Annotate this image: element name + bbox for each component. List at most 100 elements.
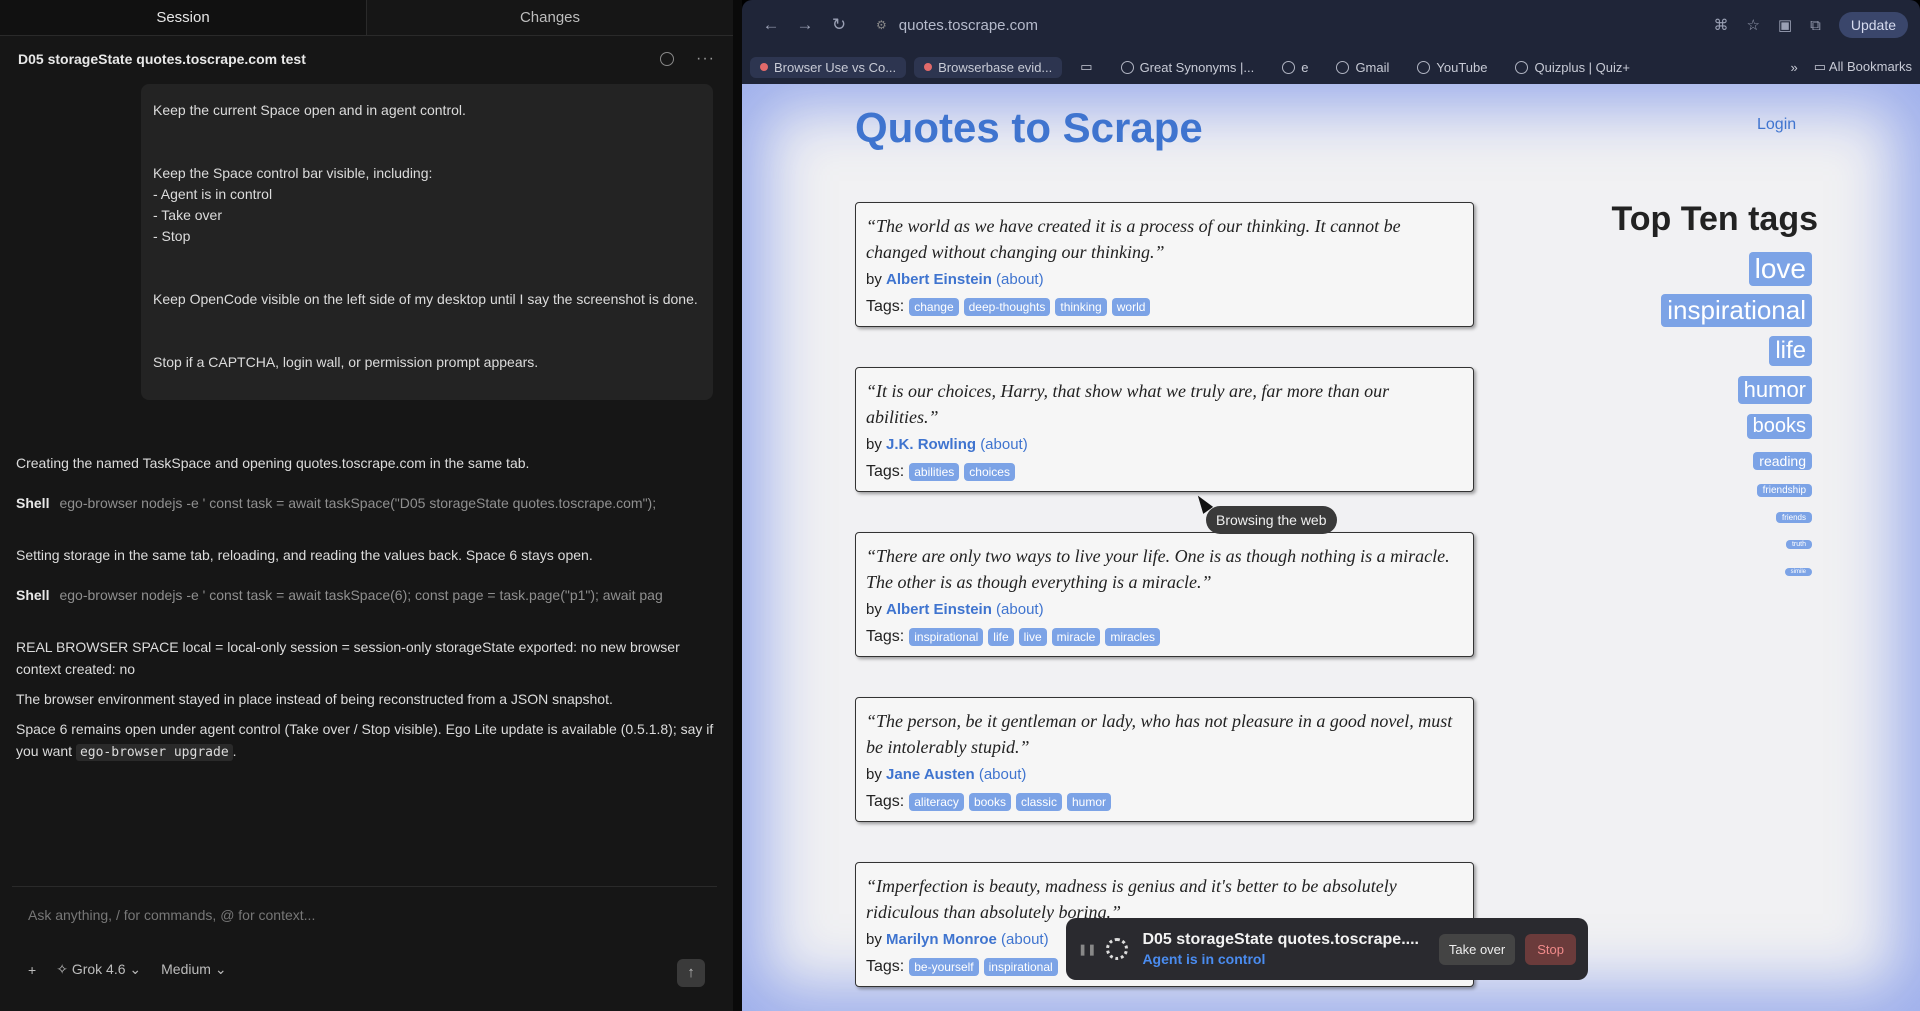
top-tags-title: Top Ten tags <box>1611 200 1818 238</box>
author-name: J.K. Rowling <box>886 436 977 453</box>
about-link[interactable]: (about) <box>980 436 1028 453</box>
all-bookmarks[interactable]: ▭ All Bookmarks <box>1814 59 1912 75</box>
composer[interactable]: Ask anything, / for commands, @ for cont… <box>12 886 717 998</box>
bookmark[interactable]: YouTube <box>1407 57 1497 78</box>
top-tag[interactable]: life <box>1769 336 1812 366</box>
bookmark[interactable]: e <box>1272 57 1318 78</box>
dot-icon <box>760 63 768 71</box>
tag[interactable]: change <box>909 298 959 316</box>
session-tabs: Session Changes <box>0 0 733 36</box>
tags-label: Tags: <box>866 793 905 810</box>
forward-icon[interactable]: → <box>788 15 822 35</box>
bookmark-tab[interactable]: Browserbase evid... <box>914 56 1063 78</box>
status-circle-icon[interactable] <box>660 52 675 66</box>
bookmark[interactable]: Quizplus | Quiz+ <box>1505 57 1640 78</box>
tag[interactable]: be-yourself <box>909 958 979 976</box>
add-icon[interactable]: + <box>28 962 36 978</box>
translate-icon[interactable]: ⌘ <box>1713 16 1728 34</box>
bookmark-label: Browserbase evid... <box>938 59 1053 75</box>
assistant-text: . <box>232 743 237 759</box>
toolbar-actions: ⌘ ☆ ▣ ⧉ Update <box>1713 12 1908 38</box>
browser-toolbar: ← → ↻ ⚙ quotes.toscrape.com ⌘ ☆ ▣ ⧉ Upda… <box>742 0 1920 50</box>
site-info-icon[interactable]: ⚙ <box>876 18 887 32</box>
tags-label: Tags: <box>866 298 905 315</box>
quote-text: “It is our choices, Harry, that show wha… <box>866 381 1390 427</box>
send-button[interactable]: ↑ <box>677 959 705 987</box>
back-icon[interactable]: ← <box>754 15 788 35</box>
top-tag[interactable]: inspirational <box>1661 294 1812 327</box>
tag[interactable]: inspirational <box>983 958 1058 976</box>
top-tag[interactable]: friendship <box>1756 484 1812 497</box>
tag[interactable]: live <box>1018 628 1047 646</box>
address-bar[interactable]: ⚙ quotes.toscrape.com <box>876 17 1038 34</box>
tag[interactable]: aliteracy <box>909 793 964 811</box>
pause-icon[interactable]: ❚❚ <box>1078 943 1096 956</box>
prompt-input[interactable]: Ask anything, / for commands, @ for cont… <box>28 907 315 923</box>
update-button[interactable]: Update <box>1838 12 1908 38</box>
quote-tags: Tags: abilities choices <box>866 463 1463 481</box>
message-line: Stop if a CAPTCHA, login wall, or permis… <box>153 354 539 370</box>
globe-icon <box>1417 60 1431 74</box>
tag[interactable]: miracles <box>1105 628 1160 646</box>
session-title: D05 storageState quotes.toscrape.com tes… <box>18 51 306 67</box>
tag[interactable]: humor <box>1066 793 1111 811</box>
quote-text: “The person, be it gentleman or lady, wh… <box>866 711 1453 757</box>
quote-tags: Tags: aliteracy books classic humor <box>866 793 1463 811</box>
shell-call[interactable]: Shell ego-browser nodejs -e ' const task… <box>16 492 716 514</box>
about-link[interactable]: (about) <box>996 601 1044 618</box>
top-tag[interactable]: friends <box>1775 512 1812 523</box>
dot-icon <box>924 63 933 71</box>
login-link[interactable]: Login <box>1757 116 1796 134</box>
overflow-chevron-icon[interactable]: » <box>1791 60 1798 75</box>
extension-icon[interactable]: ▣ <box>1778 16 1792 34</box>
bookmark-label: YouTube <box>1436 59 1488 75</box>
model-selector[interactable]: ✧ Grok 4.6 ⌄ <box>56 961 141 978</box>
quote-byline: by J.K. Rowling (about) <box>866 436 1463 453</box>
about-link[interactable]: (about) <box>1001 931 1049 948</box>
site-title[interactable]: Quotes to Scrape <box>855 104 1203 152</box>
tag[interactable]: thinking <box>1055 298 1107 316</box>
stop-button[interactable]: Stop <box>1525 933 1576 965</box>
assistant-line: Setting storage in the same tab, reloadi… <box>16 547 593 563</box>
tag[interactable]: miracle <box>1051 628 1101 646</box>
top-tag[interactable]: books <box>1746 414 1812 439</box>
about-link[interactable]: (about) <box>979 766 1027 783</box>
puzzle-icon[interactable]: ⧉ <box>1810 17 1821 34</box>
bookmark-tab[interactable]: Browser Use vs Co... <box>750 56 907 78</box>
tag[interactable]: books <box>968 793 1011 811</box>
more-options-icon[interactable]: ··· <box>696 50 715 68</box>
tag[interactable]: abilities <box>909 463 960 481</box>
reload-icon[interactable]: ↻ <box>822 15 856 35</box>
tag[interactable]: classic <box>1015 793 1062 811</box>
author-name: Albert Einstein <box>886 271 992 288</box>
star-icon[interactable]: ☆ <box>1746 16 1759 34</box>
browsing-tooltip: Browsing the web <box>1206 506 1337 534</box>
tag[interactable]: life <box>988 628 1014 646</box>
quote-card: “It is our choices, Harry, that show wha… <box>855 367 1474 492</box>
author-name: Albert Einstein <box>886 601 992 618</box>
top-tag[interactable]: truth <box>1785 540 1812 549</box>
top-tag[interactable]: reading <box>1753 452 1812 470</box>
tag[interactable]: deep-thoughts <box>963 298 1051 316</box>
tab-session[interactable]: Session <box>0 0 367 35</box>
agent-status: Agent is in control <box>1142 951 1266 967</box>
tag[interactable]: inspirational <box>909 628 984 646</box>
pane-divider[interactable] <box>733 0 742 1011</box>
effort-selector[interactable]: Medium ⌄ <box>161 961 226 978</box>
tag[interactable]: choices <box>964 463 1015 481</box>
bookmark[interactable]: Gmail <box>1326 57 1399 78</box>
tag[interactable]: world <box>1111 298 1151 316</box>
about-link[interactable]: (about) <box>996 271 1044 288</box>
bookmark[interactable]: Great Synonyms |... <box>1111 57 1265 78</box>
shell-call[interactable]: Shell ego-browser nodejs -e ' const task… <box>16 584 716 606</box>
url-text: quotes.toscrape.com <box>898 16 1039 34</box>
tab-changes[interactable]: Changes <box>367 0 733 35</box>
top-tag[interactable]: simile <box>1784 568 1812 576</box>
top-tag[interactable]: humor <box>1737 376 1812 404</box>
folder-icon[interactable]: ▭ <box>1070 56 1102 78</box>
top-tag[interactable]: love <box>1748 252 1812 286</box>
by-label: by <box>866 436 882 453</box>
take-over-button[interactable]: Take over <box>1438 933 1516 965</box>
bookmark-label: Great Synonyms |... <box>1139 59 1255 75</box>
by-label: by <box>866 601 882 618</box>
